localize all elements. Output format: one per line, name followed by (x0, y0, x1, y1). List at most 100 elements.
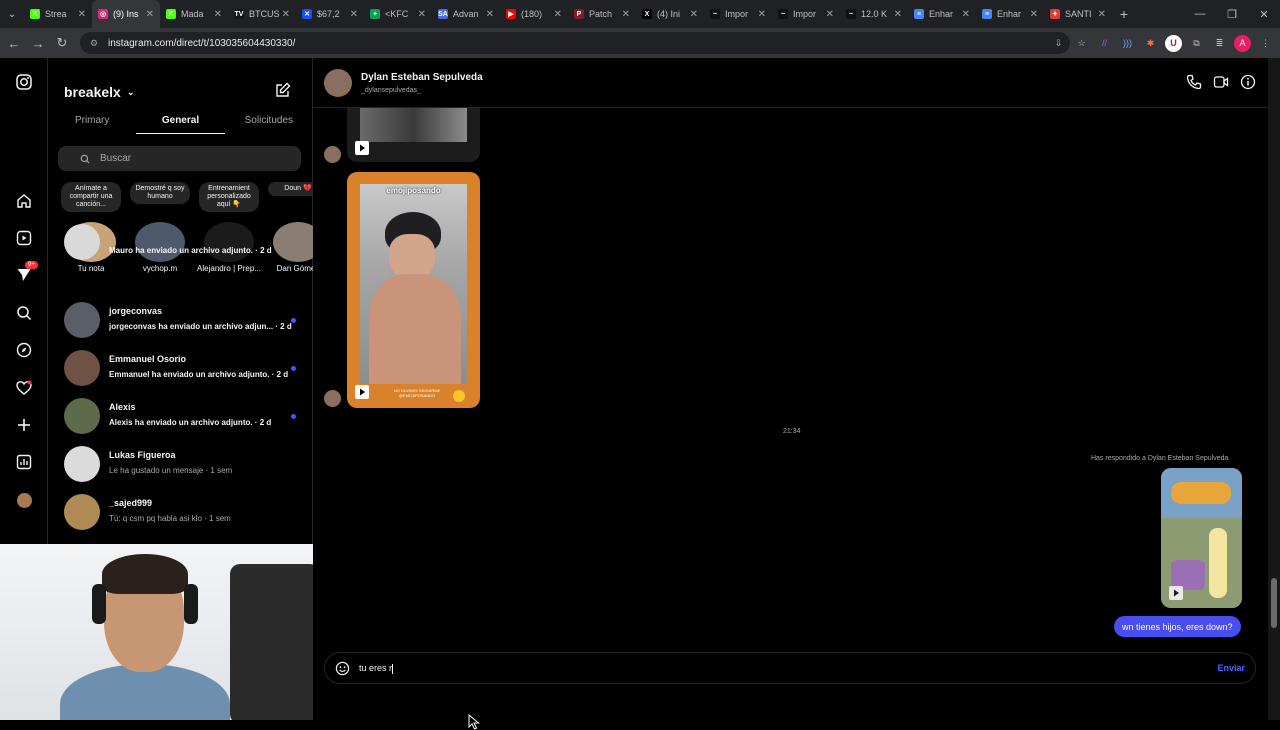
tab-close-icon[interactable]: ✕ (826, 9, 834, 20)
chevron-down-icon: ⌄ (126, 86, 135, 97)
tab-close-icon[interactable]: ✕ (962, 9, 970, 20)
tab-close-icon[interactable]: ✕ (690, 9, 698, 20)
message-input[interactable]: tu eres r (359, 663, 394, 674)
emoji-icon[interactable] (335, 661, 350, 676)
url-field[interactable]: ⚙ instagram.com/direct/t/103035604430330… (80, 32, 1070, 54)
message-composer[interactable]: tu eres r Enviar (324, 652, 1256, 684)
tab-close-icon[interactable]: ✕ (146, 9, 154, 20)
tab-close-icon[interactable]: ✕ (350, 9, 358, 20)
new-tab-icon[interactable]: + (1112, 6, 1136, 22)
explore-icon[interactable] (14, 340, 34, 360)
browser-tab[interactable]: SA Advan ✕ (432, 0, 500, 28)
tab-close-icon[interactable]: ✕ (622, 9, 630, 20)
browser-tab[interactable]: ✕ $67,2 ✕ (296, 0, 364, 28)
browser-tab[interactable]: K Strea ✕ (24, 0, 92, 28)
tab-search-icon[interactable]: ⌄ (0, 0, 24, 28)
play-icon[interactable] (355, 141, 369, 155)
browser-tab[interactable]: ◎ (9) Ins ✕ (92, 0, 160, 28)
tab-close-icon[interactable]: ✕ (1098, 9, 1106, 20)
contact-avatar[interactable] (324, 69, 352, 97)
messages-icon[interactable]: 9+ (14, 261, 38, 285)
conversation-item[interactable]: jorgeconvas jorgeconvas ha enviado un arc… (48, 298, 313, 346)
bookmark-star-icon[interactable]: ☆ (1073, 35, 1090, 52)
extension-wifi-icon[interactable]: ))) (1119, 35, 1136, 52)
tab-favicon-icon: ≡ (914, 9, 924, 19)
sent-reel-reply[interactable] (1161, 468, 1242, 608)
browser-tab[interactable]: ≡ Enhar ✕ (976, 0, 1044, 28)
tab-close-icon[interactable]: ✕ (78, 9, 86, 20)
back-icon[interactable]: ← (2, 36, 26, 51)
browser-tab[interactable]: P Patch ✕ (568, 0, 636, 28)
send-button[interactable]: Enviar (1217, 663, 1245, 673)
instagram-logo-icon[interactable] (14, 72, 34, 92)
browser-tab[interactable]: + <KFC ✕ (364, 0, 432, 28)
forward-icon[interactable]: → (26, 36, 50, 51)
close-window-icon[interactable]: ✕ (1248, 0, 1280, 28)
tab-close-icon[interactable]: ✕ (486, 9, 494, 20)
sender-avatar[interactable] (324, 390, 341, 407)
browser-tab[interactable]: ~ Impor ✕ (772, 0, 840, 28)
create-plus-icon[interactable] (14, 415, 34, 435)
tab-close-icon[interactable]: ✕ (894, 9, 902, 20)
tab-close-icon[interactable]: ✕ (758, 9, 766, 20)
conversation-name: Lukas Figueroa (109, 450, 176, 460)
notifications-heart-icon[interactable] (14, 378, 34, 398)
reels-icon[interactable] (14, 228, 34, 248)
restore-icon[interactable]: ❐ (1216, 0, 1248, 28)
minimize-icon[interactable]: — (1184, 0, 1216, 28)
chat-scrollbar[interactable] (1268, 58, 1280, 720)
tab-general[interactable]: General (136, 110, 225, 134)
tab-close-icon[interactable]: ✕ (418, 9, 426, 20)
new-message-icon[interactable] (275, 82, 293, 100)
play-icon[interactable] (355, 385, 369, 399)
sender-avatar[interactable] (324, 146, 341, 163)
tab-close-icon[interactable]: ✕ (282, 9, 290, 20)
reload-icon[interactable]: ↻ (50, 35, 74, 51)
conversation-item[interactable]: Alexis Alexis ha enviado un archivo adjun… (48, 394, 313, 442)
received-reel-top[interactable] (347, 108, 480, 162)
conversation-info-icon[interactable] (1240, 74, 1256, 90)
scrollbar-thumb[interactable] (1271, 578, 1277, 628)
conversation-avatar (64, 494, 100, 530)
tab-solicitudes[interactable]: Solicitudes (225, 110, 313, 134)
conversation-avatar (64, 398, 100, 434)
tab-primary[interactable]: Primary (48, 110, 136, 134)
conversation-item[interactable]: Lukas Figueroa Le ha gustado un mensaje ·… (48, 442, 313, 490)
browser-tab[interactable]: ~12.0 K ✕ (840, 0, 908, 28)
tab-close-icon[interactable]: ✕ (214, 9, 222, 20)
extensions-puzzle-icon[interactable]: ⧉ (1188, 35, 1205, 52)
browser-tab[interactable]: ✦ SANTI ✕ (1044, 0, 1112, 28)
extension-purple-icon[interactable]: // (1096, 35, 1113, 52)
site-info-icon[interactable]: ⚙ (90, 38, 100, 48)
phone-call-icon[interactable] (1186, 74, 1202, 90)
browser-tab[interactable]: X (4) Ini ✕ (636, 0, 704, 28)
browser-menu-icon[interactable]: ⋮ (1257, 35, 1274, 52)
tab-close-icon[interactable]: ✕ (554, 9, 562, 20)
account-switcher[interactable]: breakelx ⌄ (64, 84, 134, 100)
profile-avatar-icon[interactable] (14, 490, 34, 510)
reading-list-icon[interactable]: ≣ (1211, 35, 1228, 52)
conversation-item[interactable]: Mauro ha enviado un archivo adjunto. · 2… (48, 224, 313, 286)
video-call-icon[interactable] (1213, 74, 1229, 90)
received-reel[interactable]: emojiposando NO OLVIDES SEGUIRME @EMOJIP… (347, 172, 480, 408)
tab-close-icon[interactable]: ✕ (1030, 9, 1038, 20)
browser-tab[interactable]: ~ Impor ✕ (704, 0, 772, 28)
install-icon[interactable]: ⇩ (1050, 35, 1067, 52)
search-nav-icon[interactable] (14, 303, 34, 323)
conversation-item[interactable]: Emmanuel Osorio Emmanuel ha enviado un ar… (48, 346, 313, 394)
browser-tab[interactable]: K Mada ✕ (160, 0, 228, 28)
conversation-item[interactable]: _sajed999 Tú: q csm pq habla asi klo · 1 … (48, 490, 313, 538)
home-icon[interactable] (14, 191, 34, 211)
browser-tab[interactable]: ▶ (180) ✕ (500, 0, 568, 28)
browser-tab[interactable]: TV BTCUS ✕ (228, 0, 296, 28)
sent-message-bubble[interactable]: wn tienes hijos, eres down? (1114, 616, 1241, 637)
search-input[interactable]: Buscar (58, 146, 301, 171)
play-icon[interactable] (1169, 586, 1183, 600)
contact-name[interactable]: Dylan Esteban Sepulveda (361, 72, 483, 83)
extension-u-icon[interactable]: U (1165, 34, 1182, 52)
dashboard-icon[interactable] (14, 452, 34, 472)
browser-tab[interactable]: ≡ Enhar ✕ (908, 0, 976, 28)
profile-avatar[interactable]: A (1234, 34, 1251, 52)
window-controls: — ❐ ✕ (1184, 0, 1280, 28)
extension-fox-icon[interactable]: ✱ (1142, 35, 1159, 52)
